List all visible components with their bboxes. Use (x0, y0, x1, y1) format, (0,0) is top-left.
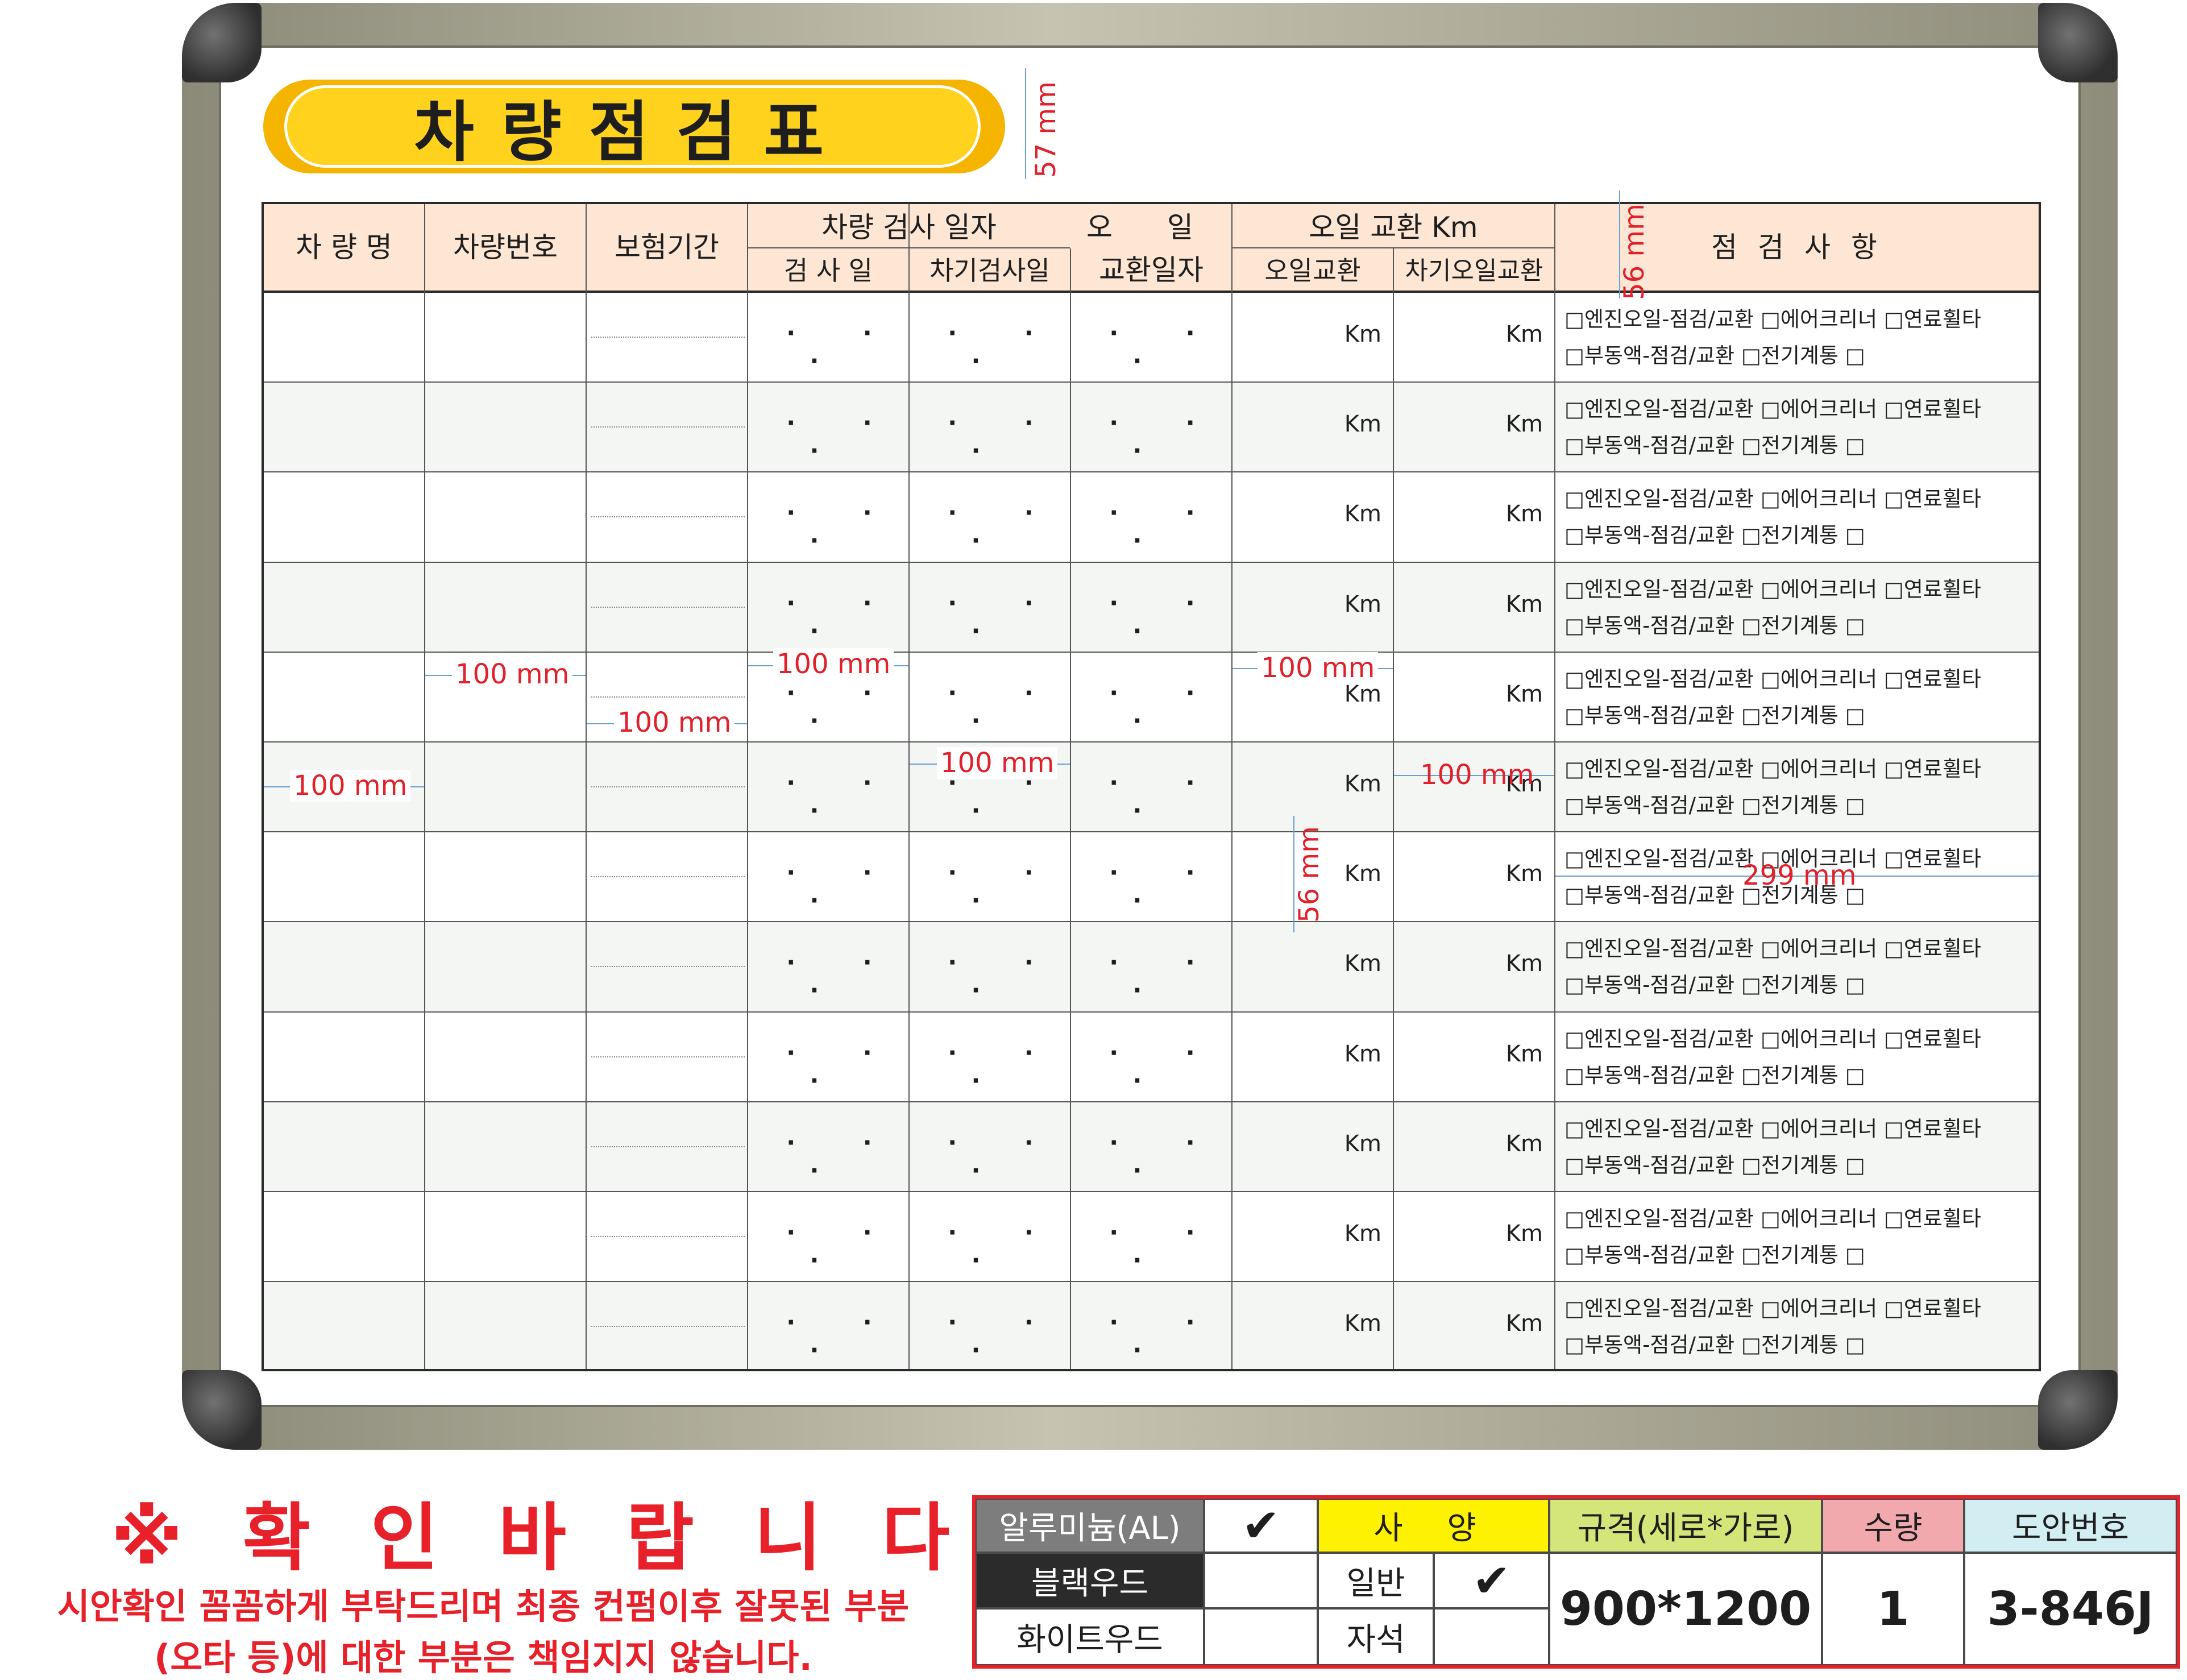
spec-white-wood-label: 화이트우드 (976, 1608, 1204, 1665)
spec-qty-value: 1 (1822, 1553, 1964, 1665)
spec-type-label: 사 양 (1318, 1499, 1549, 1553)
title-pill: 차량점검표 (284, 85, 981, 171)
header-inspection-date-group: 차량 검사 일자 (821, 211, 997, 244)
spec-normal-label: 일반 (1318, 1553, 1434, 1608)
header-inspection-day: 검 사 일 (783, 255, 873, 286)
header-oil-change-km-group: 오일 교환 Km (1309, 211, 1478, 244)
spec-aluminum-check: ✔ (1204, 1499, 1318, 1553)
header-oil-change: 오일교환 (1264, 255, 1361, 286)
column-divider (424, 204, 425, 1369)
column-divider (1070, 248, 1071, 1369)
spec-white-wood-check (1204, 1608, 1318, 1665)
column-divider (586, 204, 587, 1369)
header-oil-change-date-line2: 교환일자 (1099, 254, 1204, 287)
row-divider (264, 1281, 2039, 1283)
dimension-col-next-inspection: 100 mm (937, 747, 1058, 779)
inspection-table (262, 202, 2041, 1371)
column-divider (1554, 204, 1555, 1369)
header-insurance-period: 보험기간 (615, 231, 719, 264)
header-next-oil-change: 차기오일교환 (1405, 256, 1543, 285)
spec-qty-label: 수량 (1822, 1499, 1964, 1553)
frame-corner-bottom-left (182, 1370, 262, 1450)
spec-size-label: 규격(세로*가로) (1549, 1499, 1822, 1553)
column-divider (747, 204, 748, 1369)
dimension-header-height: 56 mm (1618, 204, 1650, 300)
row-divider (264, 741, 2039, 742)
frame-corner-top-right (2038, 3, 2118, 82)
dimension-col-inspection-day: 100 mm (773, 648, 894, 680)
dimension-col-vehicle-name: 100 mm (290, 770, 411, 802)
row-divider (264, 1011, 2039, 1013)
dimension-col-oil-change: 100 mm (1258, 652, 1379, 684)
spec-black-wood-check (1204, 1553, 1318, 1608)
frame-corner-bottom-right (2038, 1370, 2118, 1450)
page-title: 차량점검표 (414, 94, 851, 171)
dimension-col-next-oil: 100 mm (1420, 759, 1534, 791)
row-divider (264, 471, 2039, 473)
row-divider (264, 831, 2039, 833)
notice-line-1: 시안확인 꼼꼼하게 부탁드리며 최종 컨펌이후 잘못된 부분 (57, 1586, 910, 1627)
spec-magnetic-label: 자석 (1318, 1608, 1434, 1665)
spec-size-value: 900*1200 (1549, 1553, 1822, 1665)
dimension-col-checklist: 299 mm (1742, 860, 1857, 891)
spec-design-no-value: 3-846J (1964, 1553, 2177, 1665)
dimension-col-insurance: 100 mm (614, 707, 735, 739)
frame-corner-top-left (182, 3, 262, 82)
column-divider (1393, 248, 1394, 1369)
spec-black-wood-label: 블랙우드 (976, 1553, 1204, 1608)
spec-aluminum-label: 알루미늄(AL) (976, 1499, 1204, 1553)
column-divider (1231, 204, 1232, 1369)
spec-normal-check: ✔ (1434, 1553, 1549, 1608)
dimension-line (1025, 68, 1026, 179)
row-divider (264, 1191, 2039, 1192)
row-divider (264, 921, 2039, 923)
header-next-inspection-day: 차기검사일 (929, 255, 1050, 286)
header-divider (264, 291, 2039, 293)
row-divider (264, 561, 2039, 563)
row-divider (264, 381, 2039, 383)
spec-design-no-label: 도안번호 (1964, 1499, 2177, 1553)
column-divider (908, 204, 910, 1369)
row-divider (264, 1101, 2039, 1102)
notice-title: ※ 확 인 바 랍 니 다 ※ (111, 1495, 1099, 1581)
header-vehicle-number: 차량번호 (453, 231, 558, 264)
header-oil-change-date-line1: 오 일 (1086, 211, 1216, 244)
row-divider (264, 651, 2039, 653)
spec-magnetic-check (1434, 1608, 1549, 1665)
dimension-row-height: 56 mm (1293, 826, 1325, 923)
dimension-title-height: 57 mm (1030, 81, 1062, 178)
dimension-col-vehicle-number: 100 mm (452, 658, 573, 690)
header-vehicle-name: 차 량 명 (296, 231, 392, 264)
